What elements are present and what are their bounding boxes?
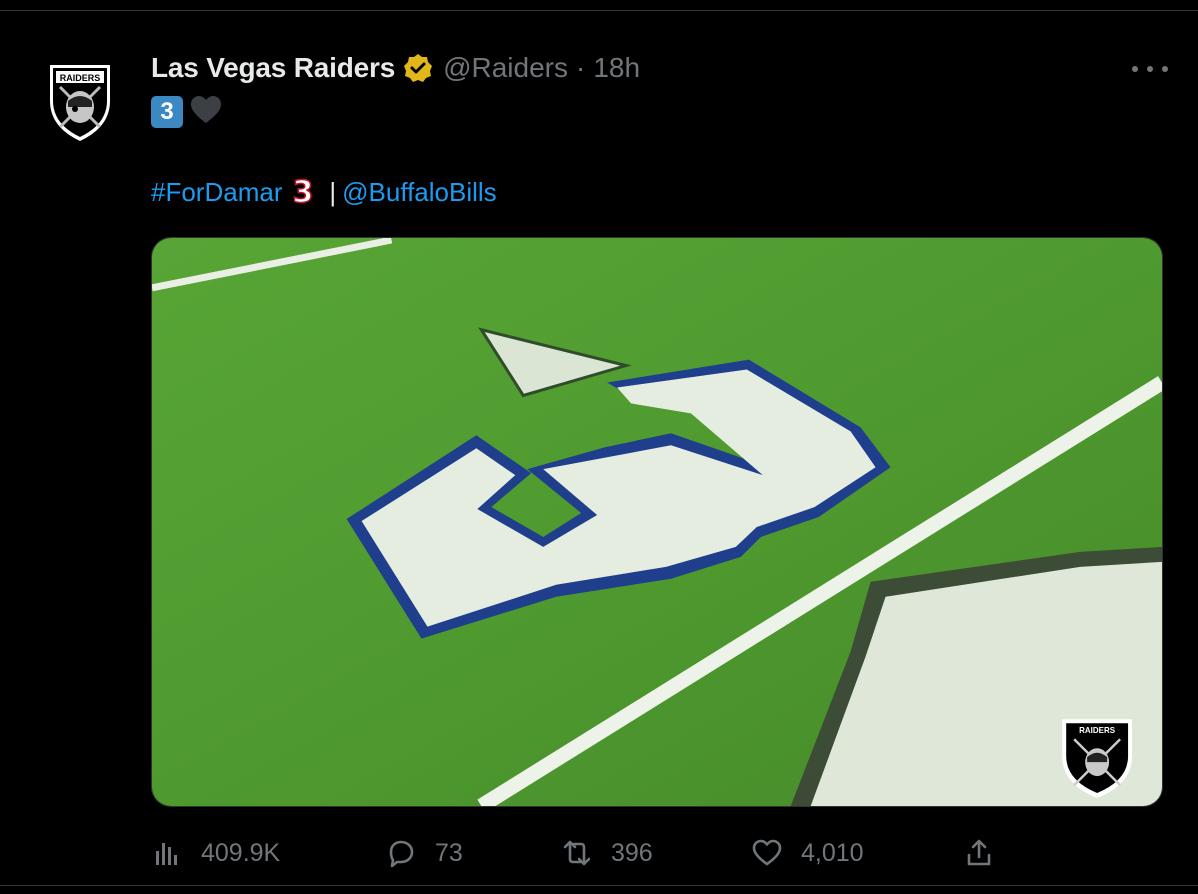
text-separator: |	[329, 176, 337, 207]
share-action[interactable]	[963, 833, 995, 873]
retweet-action[interactable]: 396	[561, 833, 653, 873]
retweet-count: 396	[611, 838, 653, 867]
tweet-timestamp[interactable]: 18h	[593, 52, 640, 84]
tweet-media-image[interactable]: RAIDERS	[151, 237, 1163, 807]
reply-action[interactable]: 73	[385, 833, 463, 873]
tweet-text-line1: 3	[151, 95, 223, 129]
raiders-shield-icon: RAIDERS	[50, 65, 110, 141]
tweet-container[interactable]: RAIDERS Las Vegas Raiders @Raiders · 18h…	[0, 10, 1198, 886]
tweet-header: Las Vegas Raiders @Raiders · 18h	[151, 51, 640, 85]
tweet-text-line2: #ForDamar 3 | @BuffaloBills	[151, 174, 497, 211]
user-handle[interactable]: @Raiders	[443, 52, 568, 84]
heart-icon	[752, 839, 782, 866]
views-count: 409.9K	[201, 838, 281, 867]
watermark-logo-text: RAIDERS	[1079, 726, 1115, 735]
avatar[interactable]: RAIDERS	[32, 51, 128, 147]
display-name[interactable]: Las Vegas Raiders	[151, 52, 395, 84]
header-separator: ·	[575, 52, 586, 83]
avatar-logo-text: RAIDERS	[60, 73, 101, 83]
keycap-three-emoji: 3	[151, 96, 183, 128]
like-count: 4,010	[801, 838, 864, 867]
tweet-actions: 409.9K 73 396 4,010	[151, 833, 1031, 873]
reply-icon	[389, 840, 414, 868]
reply-count: 73	[435, 838, 463, 867]
retweet-icon	[563, 840, 591, 866]
like-action[interactable]: 4,010	[751, 833, 864, 873]
views-action[interactable]: 409.9K	[151, 833, 280, 873]
more-options-icon[interactable]	[1132, 59, 1168, 79]
hashtag-link[interactable]: #ForDamar	[151, 177, 282, 208]
share-icon	[967, 839, 991, 866]
jersey-number-emoji: 3	[292, 174, 314, 211]
black-heart-icon	[189, 94, 223, 131]
mention-link[interactable]: @BuffaloBills	[342, 177, 497, 208]
verified-badge-icon[interactable]	[403, 53, 433, 83]
analytics-icon	[156, 843, 177, 865]
field-number-3-image: RAIDERS	[152, 238, 1162, 806]
